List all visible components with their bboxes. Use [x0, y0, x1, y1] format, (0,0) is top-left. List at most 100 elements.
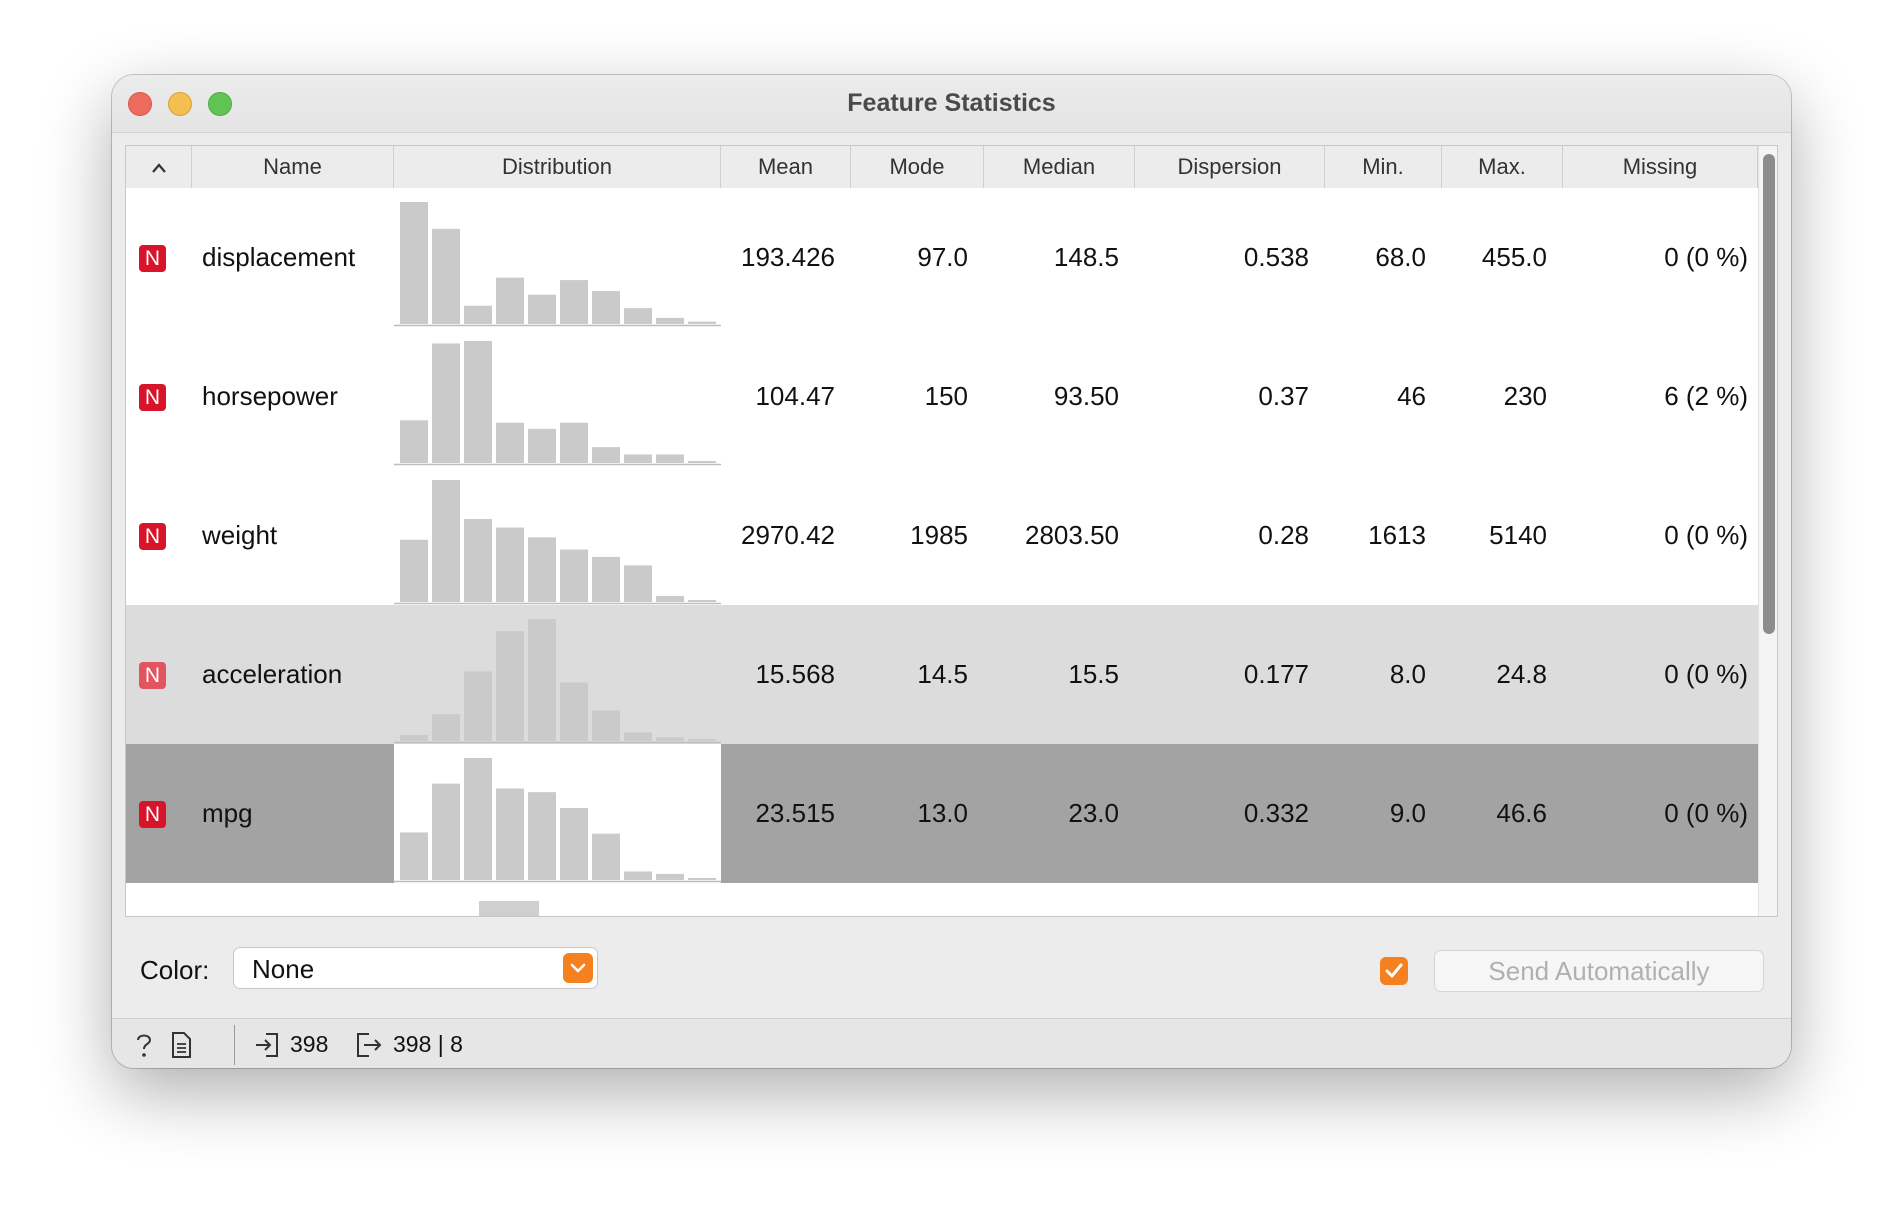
numeric-variable-icon: N	[139, 662, 166, 689]
table-row[interactable]: Nhorsepower 104.47 150 93.50 0.37 46 230 6 (2 %…	[126, 327, 1758, 466]
histogram-bar	[496, 788, 524, 880]
dispersion-value: 0.28	[1258, 520, 1309, 550]
help-icon[interactable]	[132, 1031, 156, 1064]
distribution-histogram	[394, 605, 721, 744]
distribution-histogram	[394, 744, 721, 883]
table-row[interactable]: Ndisplacement 193.426 97.0 148.5 0.538 68.0 45…	[126, 188, 1758, 327]
histogram-bar	[656, 317, 684, 324]
scrollbar-thumb[interactable]	[1763, 154, 1775, 634]
report-icon[interactable]	[170, 1031, 192, 1064]
variable-name: weight	[202, 520, 278, 550]
histogram-bar	[432, 783, 460, 880]
checkmark-icon	[1385, 963, 1403, 978]
max-value: 24.8	[1496, 659, 1547, 689]
column-header-min[interactable]: Min.	[1325, 146, 1442, 188]
send-automatically-checkbox[interactable]	[1380, 957, 1408, 985]
vertical-scrollbar[interactable]	[1758, 146, 1777, 916]
missing-value: 0 (0 %)	[1664, 520, 1748, 550]
median-value: 148.5	[1053, 242, 1119, 272]
column-header-distribution[interactable]: Distribution	[394, 146, 721, 188]
histogram-bar	[464, 341, 492, 463]
window-title: Feature Statistics	[847, 89, 1056, 117]
numeric-variable-icon: N	[139, 384, 166, 411]
histogram-bar	[592, 710, 620, 741]
histogram-bar	[560, 280, 588, 324]
histogram-bar	[688, 461, 716, 463]
min-value: 1613	[1368, 520, 1426, 550]
column-header-mean[interactable]: Mean	[721, 146, 851, 188]
histogram-bar	[656, 737, 684, 741]
table-row[interactable]: Nweight 2970.42 1985 2803.50 0.28 1613 5140 0 (…	[126, 466, 1758, 605]
histogram-bar	[400, 420, 428, 463]
column-header-max[interactable]: Max.	[1442, 146, 1563, 188]
column-header-mode[interactable]: Mode	[851, 146, 984, 188]
histogram-bar	[560, 682, 588, 741]
histogram-bar	[400, 734, 428, 741]
numeric-variable-icon: N	[139, 523, 166, 550]
histogram-bar	[496, 422, 524, 463]
histogram-bar	[496, 277, 524, 324]
median-value: 23.0	[1068, 798, 1119, 828]
output-data-icon	[355, 1031, 383, 1064]
missing-value: 0 (0 %)	[1664, 242, 1748, 272]
min-value: 68.0	[1375, 242, 1426, 272]
send-automatically-button[interactable]: Send Automatically	[1434, 950, 1764, 992]
histogram-bar	[560, 549, 588, 602]
histogram-bar	[496, 527, 524, 602]
mode-value: 150	[924, 381, 968, 411]
column-header-missing[interactable]: Missing	[1563, 146, 1758, 188]
histogram-bar	[624, 871, 652, 880]
input-data-icon	[254, 1031, 280, 1064]
column-header-median[interactable]: Median	[984, 146, 1135, 188]
median-value: 93.50	[1053, 381, 1119, 411]
table-row[interactable]: Nacceleration 15.568 14.5 15.5 0.177 8.0 24.8 0…	[126, 605, 1758, 744]
dispersion-value: 0.177	[1243, 659, 1309, 689]
histogram-bar	[592, 556, 620, 602]
histogram-bar	[496, 631, 524, 741]
histogram-bar	[464, 758, 492, 880]
input-count: 398	[290, 1031, 329, 1057]
title-bar: Feature Statistics	[112, 75, 1791, 133]
min-value: 8.0	[1389, 659, 1426, 689]
histogram-bar	[464, 519, 492, 602]
missing-value: 0 (0 %)	[1664, 659, 1748, 689]
histogram-bar	[464, 305, 492, 324]
histogram-bar	[656, 873, 684, 880]
statistics-table: Name Distribution Mean Mode Median Dispe…	[125, 145, 1778, 917]
feature-statistics-window: Feature Statistics Name Distribution Mea…	[112, 75, 1791, 1068]
histogram-bar	[592, 447, 620, 463]
numeric-variable-icon: N	[139, 801, 166, 828]
column-header-name[interactable]: Name	[192, 146, 394, 188]
histogram-bar	[624, 565, 652, 602]
chevron-down-icon[interactable]	[563, 953, 593, 983]
histogram-bar	[624, 308, 652, 324]
variable-name: mpg	[202, 798, 253, 828]
histogram-bar	[688, 600, 716, 602]
histogram-bar	[400, 202, 428, 324]
color-dropdown-value: None	[252, 954, 315, 984]
color-label: Color:	[140, 955, 210, 985]
histogram-bar	[528, 428, 556, 463]
sort-ascending-icon	[151, 158, 167, 178]
max-value: 230	[1503, 381, 1547, 411]
sort-column-header[interactable]	[126, 146, 192, 188]
next-row-histogram-peek	[479, 901, 539, 916]
histogram-bar	[624, 732, 652, 741]
table-row[interactable]: Nmpg 23.515 13.0 23.0 0.332 9.0 46.6 0 (0 %)	[126, 744, 1758, 883]
mode-value: 1985	[910, 520, 968, 550]
histogram-bar	[688, 739, 716, 741]
dispersion-value: 0.332	[1243, 798, 1309, 828]
histogram-bar	[688, 878, 716, 880]
histogram-bar	[624, 454, 652, 463]
output-count: 398 | 8	[393, 1031, 463, 1057]
mean-value: 104.47	[755, 381, 835, 411]
histogram-bar	[528, 619, 556, 741]
dispersion-value: 0.538	[1243, 242, 1309, 272]
median-value: 2803.50	[1025, 520, 1119, 550]
min-value: 9.0	[1389, 798, 1426, 828]
color-dropdown[interactable]: None	[233, 947, 598, 989]
histogram-bar	[688, 321, 716, 324]
dispersion-value: 0.37	[1258, 381, 1309, 411]
histogram-bar	[464, 671, 492, 741]
column-header-dispersion[interactable]: Dispersion	[1135, 146, 1325, 188]
